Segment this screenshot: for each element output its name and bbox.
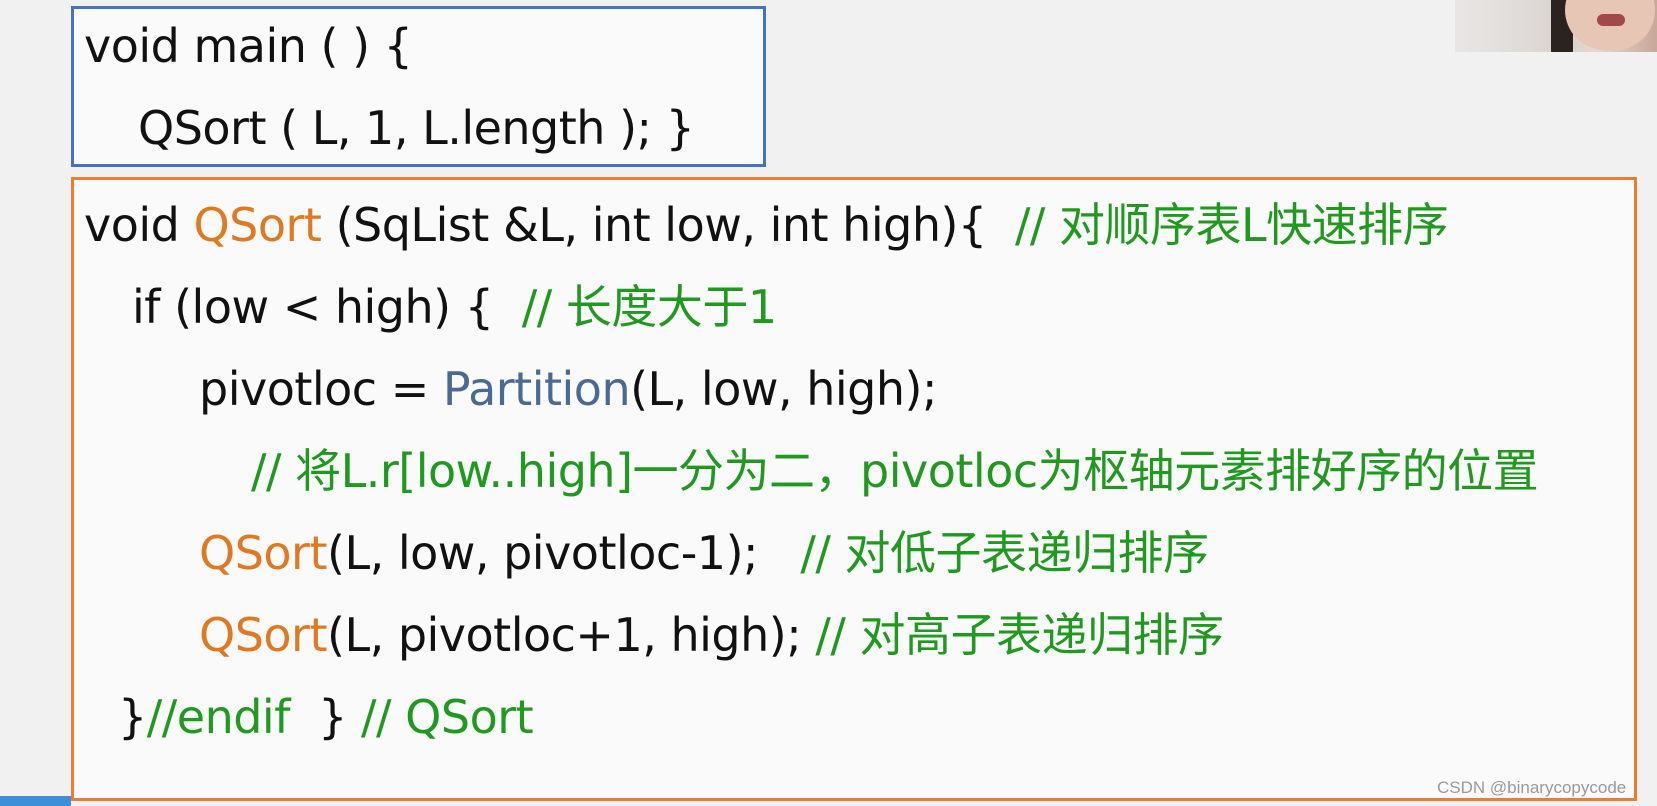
watermark: CSDN @binarycopycode [1437,778,1627,797]
comment: // 对顺序表L快速排序 [1014,198,1449,252]
qsort-line-1: void QSort (SqList &L, int low, int high… [84,198,1449,252]
presenter-video-thumbnail [1455,0,1657,52]
main-code-box: void main ( ) { QSort ( L, 1, L.length )… [71,6,766,167]
signature: (SqList &L, int low, int high){ [321,198,1015,252]
partition-call: Partition [442,362,631,416]
qsort-line-5: QSort(L, low, pivotloc-1); // 对低子表递归排序 [199,527,1209,579]
closing-brace: } [118,690,147,744]
if-statement: if (low < high) { [132,280,522,334]
call-args: (L, low, pivotloc-1); [327,526,801,580]
bottom-accent-bar [0,796,71,806]
call-args: (L, pivotloc+1, high); [327,608,816,662]
closing-brace: } [289,690,362,744]
keyword-void: void [84,198,194,252]
qsort-line-4-comment: // 将L.r[low..high]一分为二，pivotloc为枢轴元素排好序的… [251,444,1539,498]
comment: // 长度大于1 [521,280,777,334]
main-line-2: QSort ( L, 1, L.length ); } [138,101,695,155]
comment: // 对高子表递归排序 [815,608,1224,662]
comment: // QSort [361,690,534,744]
comment: // 对低子表递归排序 [800,526,1209,580]
assignment: pivotloc = [199,362,443,416]
qsort-line-6: QSort(L, pivotloc+1, high); // 对高子表递归排序 [199,608,1224,662]
function-name: QSort [193,198,322,252]
qsort-line-7: }//endif } // QSort [118,690,534,744]
recursive-call: QSort [199,608,328,662]
qsort-code-box: void QSort (SqList &L, int low, int high… [71,177,1637,801]
comment: //endif [146,690,291,744]
call-args: (L, low, high); [630,362,937,416]
qsort-line-3: pivotloc = Partition(L, low, high); [199,363,937,415]
presenter-mouth [1597,14,1625,26]
recursive-call: QSort [199,526,328,580]
qsort-line-2: if (low < high) { // 长度大于1 [132,281,777,333]
main-line-1: void main ( ) { [84,19,413,73]
